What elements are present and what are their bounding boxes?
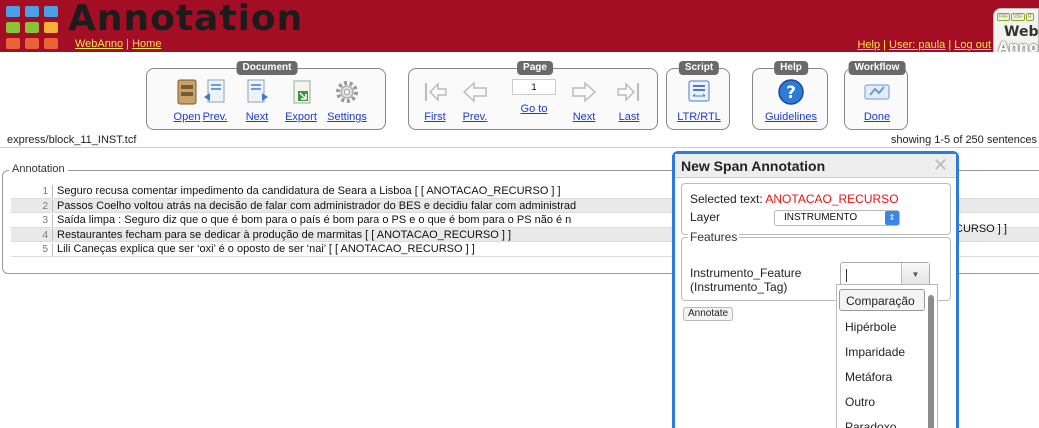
layer-label: Layer <box>690 210 721 224</box>
selected-text-label: Selected text: ANOTACAO_RECURSO <box>690 192 899 206</box>
chevron-down-icon: ⇕ <box>885 211 899 225</box>
features-legend: Features <box>688 230 740 244</box>
prev-page-button[interactable]: Prev. <box>447 77 503 123</box>
window-grid-logo <box>6 6 62 49</box>
layer-select[interactable]: INSTRUMENTO ⇕ <box>774 210 900 226</box>
help-icon: ? <box>778 79 804 105</box>
dropdown-scrollbar[interactable] <box>928 295 934 428</box>
dialog-title: New Span Annotation <box>681 158 826 174</box>
selected-text-value: ANOTACAO_RECURSO <box>765 192 899 206</box>
last-page-button[interactable]: Last <box>601 77 657 123</box>
selection-fieldset: Selected text: ANOTACAO_RECURSO Layer IN… <box>681 183 951 235</box>
app-header: Annotation WebAnno | Home Help | User: p… <box>0 0 1039 62</box>
script-group: Script LTR/RTL <box>666 61 730 130</box>
page-group: Page First Prev. 1 Go to Next Last <box>408 61 658 130</box>
document-next-icon <box>247 79 268 103</box>
dropdown-option[interactable]: Hipérbole <box>839 316 925 338</box>
document-filename: express/block_11_INST.tcf <box>7 134 137 146</box>
home-link[interactable]: Home <box>132 38 161 50</box>
user-link[interactable]: User: paula <box>889 39 945 51</box>
ltr-rtl-icon <box>688 80 710 102</box>
dropdown-option[interactable]: Outro <box>839 391 925 413</box>
last-page-icon <box>617 82 639 102</box>
sentence-count: showing 1-5 of 250 sentences <box>890 134 1037 146</box>
export-icon <box>293 80 311 104</box>
prev-page-icon <box>462 81 487 103</box>
done-button[interactable]: Done <box>849 77 905 123</box>
dialog-header: New Span Annotation ✕ <box>675 154 956 178</box>
help-group: Help ? Guidelines <box>752 61 828 130</box>
help-link[interactable]: Help <box>857 39 880 51</box>
logout-link[interactable]: Log out <box>954 39 991 51</box>
toolbar: Document Open Prev. Next Export Settings <box>0 52 1039 134</box>
annotate-button[interactable]: Annotate <box>683 307 734 321</box>
document-info-bar: express/block_11_INST.tcf showing 1-5 of… <box>0 134 1039 148</box>
sentence-row-tail: CURSO ] ] <box>955 223 1007 235</box>
page-number-input[interactable]: 1 <box>512 79 556 95</box>
guidelines-button[interactable]: ? Guidelines <box>763 77 819 123</box>
dropdown-option[interactable]: Comparação <box>839 289 925 311</box>
header-nav: WebAnno | Home <box>75 38 162 50</box>
annotation-legend: Annotation <box>9 163 68 175</box>
close-icon[interactable]: ✕ <box>933 155 948 176</box>
ltr-rtl-button[interactable]: LTR/RTL <box>671 77 727 123</box>
webanno-link[interactable]: WebAnno <box>75 38 123 50</box>
dropdown-option[interactable]: Paradoxo <box>839 416 925 428</box>
page: Annotation WebAnno | Home Help | User: p… <box>0 0 1039 428</box>
done-icon <box>864 84 890 100</box>
goto-page-button[interactable]: Go to <box>506 99 562 115</box>
dropdown-option[interactable]: Imparidade <box>839 341 925 363</box>
settings-button[interactable]: Settings <box>319 77 375 123</box>
document-prev-icon <box>204 79 225 103</box>
dropdown-option[interactable]: Metáfora <box>839 366 925 388</box>
first-page-icon <box>425 82 447 102</box>
next-page-icon <box>572 81 597 103</box>
app-title: Annotation <box>68 0 304 39</box>
header-user-nav: Help | User: paula | Log out <box>857 39 991 51</box>
document-group: Document Open Prev. Next Export Settings <box>146 61 386 130</box>
svg-text:?: ? <box>786 83 796 103</box>
gear-icon <box>336 81 358 103</box>
feature-dropdown-list: Comparação Hipérbole Imparidade Metáfora… <box>836 284 938 428</box>
workflow-group: Workflow Done <box>844 61 908 130</box>
feature-label: Instrumento_Feature (Instrumento_Tag) <box>690 266 802 294</box>
